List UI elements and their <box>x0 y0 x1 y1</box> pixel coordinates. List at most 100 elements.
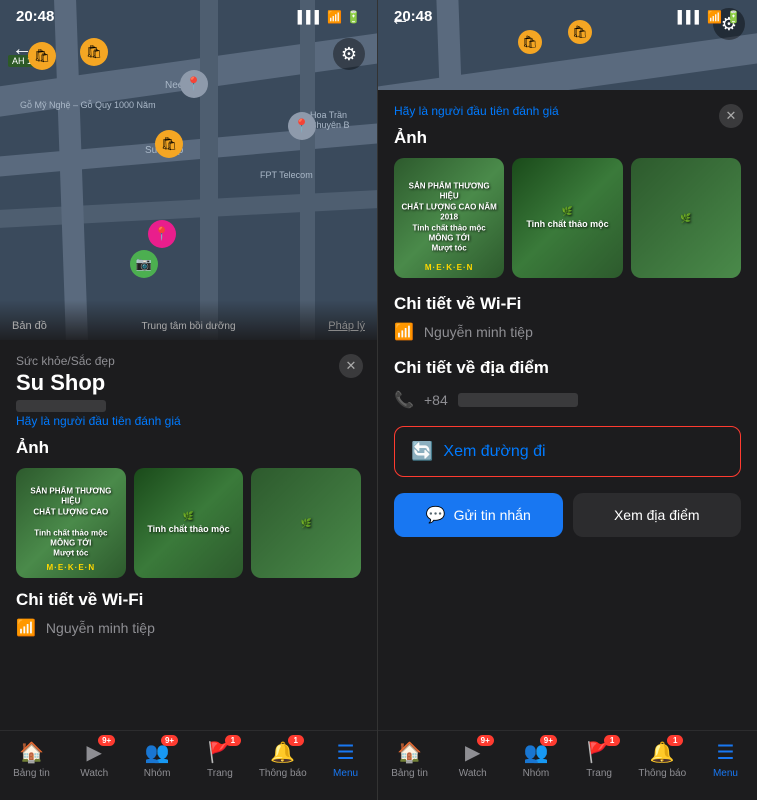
right-close-button[interactable]: ✕ <box>719 104 743 128</box>
right-tab-icon-wrap-thong-bao: 🔔 1 <box>649 739 675 765</box>
right-wifi-section: Chi tiết về Wi-Fi 📶 Nguyễn minh tiệp <box>394 294 741 342</box>
map-settings-button[interactable]: ⚙ <box>333 38 365 70</box>
right-tab-thong-bao[interactable]: 🔔 1 Thông báo <box>631 739 694 779</box>
tab-nhom[interactable]: 👥 9+ Nhóm <box>126 739 189 779</box>
tab-watch[interactable]: ▶ 9+ Watch <box>63 739 126 779</box>
view-location-button[interactable]: Xem địa điểm <box>573 493 742 537</box>
map-pin-hoa-tran[interactable]: 📍 <box>288 112 316 140</box>
map-trung-tam-label: Trung tâm bồi dưỡng <box>141 321 235 332</box>
right-tab-watch[interactable]: ▶ 9+ Watch <box>441 739 504 779</box>
tab-icon-wrap-trang: 🚩 1 <box>207 739 233 765</box>
right-photos-row: SẢN PHẨM THƯƠNG HIỆUCHẤT LƯỢNG CAO NĂM 2… <box>394 158 741 278</box>
sheet-title: Su Shop <box>16 370 361 396</box>
right-tab-trang[interactable]: 🚩 1 Trang <box>568 739 631 779</box>
right-tab-label-bang-tin: Bảng tin <box>391 768 428 779</box>
right-tab-bang-tin[interactable]: 🏠 Bảng tin <box>378 739 441 779</box>
right-watch-badge: 9+ <box>477 735 494 746</box>
wifi-section: Chi tiết về Wi-Fi 📶 Nguyễn minh tiệp <box>16 590 361 638</box>
photo-thumb-3[interactable]: 🌿 <box>251 468 361 578</box>
tab-label-watch: Watch <box>80 768 108 779</box>
phone-row: 📞 +84 <box>394 390 741 410</box>
signal-icon: ▌▌▌ <box>298 10 324 24</box>
right-photo-thumb-2[interactable]: 🌿Tinh chất thảo mộc <box>512 158 622 278</box>
map-area[interactable]: AH 17 Needle Gỗ Mỹ Nghệ – Gỗ Quy 1000 Nă… <box>0 0 377 340</box>
phone-value[interactable]: +84 <box>424 392 448 408</box>
nhom-badge: 9+ <box>161 735 178 746</box>
right-wifi-name: Nguyễn minh tiệp <box>424 324 533 340</box>
phone-blurred <box>458 393 578 407</box>
left-status-icons: ▌▌▌ 📶 🔋 <box>298 10 361 24</box>
right-first-review[interactable]: Hãy là người đầu tiên đánh giá <box>394 104 741 118</box>
tab-menu[interactable]: ☰ Menu <box>314 739 377 779</box>
map-label-fpt: FPT Telecom <box>260 170 313 180</box>
tab-icon-wrap-bang-tin: 🏠 <box>18 739 44 765</box>
home-icon: 🏠 <box>19 740 44 765</box>
directions-btn-row: 🔄 Xem đường đi <box>394 426 741 477</box>
right-photos-label: Ảnh <box>394 128 741 148</box>
herb-visual-2: 🌿Tinh chất thảo mộc <box>134 468 244 578</box>
map-pin-shop1[interactable]: 🛍 <box>28 42 56 70</box>
right-tab-icon-wrap-trang: 🚩 1 <box>586 739 612 765</box>
location-detail-title: Chi tiết về địa điểm <box>394 358 741 378</box>
wifi-section-title: Chi tiết về Wi-Fi <box>16 590 361 610</box>
right-photo-thumb-1[interactable]: SẢN PHẨM THƯƠNG HIỆUCHẤT LƯỢNG CAO NĂM 2… <box>394 158 504 278</box>
right-tab-icon-wrap-watch: ▶ 9+ <box>460 739 486 765</box>
right-map-area[interactable]: 🛍 🛍 20:48 ▌▌▌ 📶 🔋 ← ⚙ <box>378 0 757 90</box>
right-tab-label-nhom: Nhóm <box>523 768 550 779</box>
photo-thumb-2[interactable]: 🌿Tinh chất thảo mộc <box>134 468 244 578</box>
map-road <box>378 28 757 90</box>
tab-thong-bao[interactable]: 🔔 1 Thông báo <box>251 739 314 779</box>
map-back-button[interactable]: ← <box>12 38 32 61</box>
right-thong-bao-badge: 1 <box>667 735 683 746</box>
tab-label-nhom: Nhóm <box>144 768 171 779</box>
right-signal-icon: ▌▌▌ <box>678 10 704 24</box>
tab-trang[interactable]: 🚩 1 Trang <box>188 739 251 779</box>
right-tab-icon-wrap-bang-tin: 🏠 <box>397 739 423 765</box>
left-bottom-sheet: ✕ Sức khỏe/Sắc đẹp Su Shop Hãy là người … <box>0 340 377 730</box>
photo-thumb-1[interactable]: SẢN PHẨM THƯƠNG HIỆUCHẤT LƯỢNG CAOTinh c… <box>16 468 126 578</box>
close-button[interactable]: ✕ <box>339 354 363 378</box>
map-pin-fpt[interactable]: 📷 <box>130 250 158 278</box>
right-wifi-icon: 📶 <box>707 10 722 24</box>
right-tab-label-watch: Watch <box>459 768 487 779</box>
directions-icon: 🔄 <box>411 441 433 462</box>
map-pin-su-shop[interactable]: 🛍 <box>155 130 183 158</box>
right-status-icons: ▌▌▌ 📶 🔋 <box>678 10 741 24</box>
rating-bar <box>16 400 361 412</box>
right-map-pin-1[interactable]: 🛍 <box>518 30 542 54</box>
tab-icon-wrap-menu: ☰ <box>333 739 359 765</box>
right-photo-thumb-3[interactable]: 🌿 <box>631 158 741 278</box>
right-tab-label-trang: Trang <box>586 768 612 779</box>
directions-label: Xem đường đi <box>443 443 545 461</box>
right-battery-icon: 🔋 <box>726 10 741 24</box>
map-label-go-my: Gỗ Mỹ Nghệ – Gỗ Quy 1000 Năm <box>20 100 156 110</box>
thong-bao-badge: 1 <box>288 735 304 746</box>
left-phone-panel: AH 17 Needle Gỗ Mỹ Nghệ – Gỗ Quy 1000 Nă… <box>0 0 378 800</box>
tab-label-menu: Menu <box>333 768 358 779</box>
right-tab-icon-wrap-nhom: 👥 9+ <box>523 739 549 765</box>
directions-button[interactable]: 🔄 Xem đường đi <box>394 426 741 477</box>
right-wifi-section-title: Chi tiết về Wi-Fi <box>394 294 741 314</box>
map-pin-shop2[interactable]: 🛍 <box>80 38 108 66</box>
first-review-link[interactable]: Hãy là người đầu tiên đánh giá <box>16 414 361 428</box>
right-status-time: 20:48 <box>394 8 432 25</box>
map-pin-location[interactable]: 📍 <box>148 220 176 248</box>
rating-blurred <box>16 400 106 412</box>
action-buttons: 💬 Gửi tin nhắn Xem địa điểm <box>394 493 741 537</box>
right-tab-nhom[interactable]: 👥 9+ Nhóm <box>504 739 567 779</box>
right-trang-badge: 1 <box>604 735 620 746</box>
watch-badge: 9+ <box>98 735 115 746</box>
right-herb-visual-2: 🌿Tinh chất thảo mộc <box>512 158 622 278</box>
right-tab-menu[interactable]: ☰ Menu <box>694 739 757 779</box>
right-wifi-row: 📶 Nguyễn minh tiệp <box>394 322 741 342</box>
tab-label-bang-tin: Bảng tin <box>13 768 50 779</box>
phone-icon: 📞 <box>394 390 414 410</box>
map-pin-needle[interactable]: 📍 <box>180 70 208 98</box>
right-detail-sheet: ✕ Hãy là người đầu tiên đánh giá Ảnh SẢN… <box>378 90 757 730</box>
right-tab-bar: 🏠 Bảng tin ▶ 9+ Watch 👥 9+ Nhóm 🚩 1 Tran… <box>378 730 757 800</box>
right-nhom-badge: 9+ <box>540 735 557 746</box>
tab-bang-tin[interactable]: 🏠 Bảng tin <box>0 739 63 779</box>
map-phap-ly-link[interactable]: Pháp lý <box>328 320 365 332</box>
send-message-label: Gửi tin nhắn <box>454 507 531 523</box>
send-message-button[interactable]: 💬 Gửi tin nhắn <box>394 493 563 537</box>
